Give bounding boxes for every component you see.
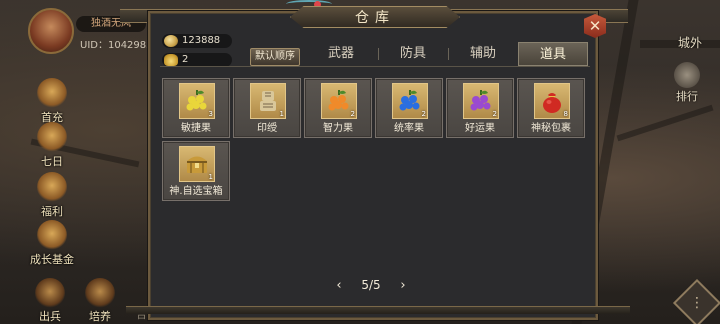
item-slot: 2 [463, 83, 499, 119]
item-name: 统率果 [394, 123, 424, 134]
item-agility-fruit[interactable]: 3 敏捷果 [162, 78, 230, 138]
ranking-button[interactable]: 排行 [670, 62, 704, 104]
item-slot: 1 [179, 146, 215, 182]
dispatch-label: 出兵 [39, 310, 61, 323]
default-sort-button[interactable]: 默认顺序 [250, 48, 300, 66]
purple-grape-fruit-icon [470, 90, 491, 111]
item-count: 3 [208, 110, 213, 118]
gold-ingot-icon [164, 54, 178, 66]
item-name: 好运果 [465, 123, 495, 134]
item-count: 8 [563, 110, 568, 118]
fruit-berry [341, 102, 349, 110]
fruit-berry [412, 102, 420, 110]
growth-fund-label: 成长基金 [30, 253, 74, 266]
chevron-right-icon[interactable]: › [396, 278, 410, 293]
player-avatar[interactable] [28, 8, 74, 54]
window-title: 仓库 [290, 6, 460, 28]
item-mystery-pouch[interactable]: 8 神秘包裹 [517, 78, 585, 138]
item-intelligence-fruit[interactable]: 2 智力果 [304, 78, 372, 138]
red-pouch-icon [543, 93, 561, 113]
blue-grape-fruit-icon [399, 90, 420, 111]
close-icon: ✕ [588, 17, 602, 35]
item-chosen-treasure-chest[interactable]: 1 神.自选宝箱 [162, 141, 230, 201]
tab-armor[interactable]: 防具 [378, 42, 448, 66]
seven-days-label: 七日 [41, 155, 63, 168]
welfare-button[interactable]: 福利 [30, 172, 74, 219]
train-button[interactable]: 培养 [76, 278, 124, 324]
grid-menu-icon: ⋮ [690, 295, 704, 311]
item-count: 2 [350, 110, 355, 118]
seven-days-button[interactable]: 七日 [30, 122, 74, 169]
tab-items[interactable]: 道具 [518, 42, 588, 66]
ranking-icon [674, 62, 700, 88]
dispatch-button[interactable]: 出兵 [26, 278, 74, 324]
fruit-berry [328, 103, 336, 111]
orange-grape-fruit-icon [328, 90, 349, 111]
item-slot: 2 [321, 83, 357, 119]
gold-ingot-value: 2 [182, 54, 189, 65]
item-count: 2 [492, 110, 497, 118]
close-button[interactable]: ✕ [584, 14, 606, 38]
category-tabs: 武器 防具 辅助 道具 [306, 42, 590, 66]
page-indicator: 5/5 [361, 278, 381, 292]
growth-fund-icon [37, 220, 67, 250]
item-slot: 2 [392, 83, 428, 119]
tab-divider [160, 66, 590, 67]
chevron-left-icon[interactable]: ‹ [332, 278, 346, 293]
item-luck-fruit[interactable]: 2 好运果 [446, 78, 514, 138]
copper-coin-icon [164, 35, 178, 47]
left-sidebar: 独酒无风 UID：1042983 首充 七日 福利 成长基金 [0, 0, 153, 324]
fruit-berry [483, 102, 491, 110]
item-name: 神秘包裹 [531, 123, 571, 134]
seal-ribbon-icon [260, 91, 276, 111]
item-name: 印绶 [257, 123, 277, 134]
window-footer-bar [126, 306, 630, 314]
gold-ingot-balance: 2 [162, 53, 232, 67]
item-grid: 3 敏捷果 1 印绶 2 智力果 2 统率果 2 好运果 8 神秘包裹 1 神.… [160, 76, 585, 268]
pagination: ‹ 5/5 › [332, 276, 410, 294]
copper-coin-balance: 123888 [162, 34, 232, 48]
fruit-berry [199, 102, 207, 110]
item-slot: 3 [179, 83, 215, 119]
seven-days-icon [37, 122, 67, 152]
welfare-icon [37, 172, 67, 202]
item-count: 2 [421, 110, 426, 118]
item-count: 1 [279, 110, 284, 118]
tab-auxiliary[interactable]: 辅助 [448, 42, 518, 66]
fruit-berry [186, 103, 194, 111]
dispatch-icon [35, 278, 65, 308]
city-outside-button[interactable]: 城外 [678, 34, 702, 51]
item-slot: 8 [534, 83, 570, 119]
train-label: 培养 [89, 310, 111, 323]
chest-lid [187, 156, 207, 161]
item-leadership-fruit[interactable]: 2 统率果 [375, 78, 443, 138]
fruit-berry [399, 103, 407, 111]
item-name: 智力果 [323, 123, 353, 134]
first-recharge-icon [37, 78, 67, 108]
pouch-body [543, 97, 561, 113]
item-seal-ribbon[interactable]: 1 印绶 [233, 78, 301, 138]
item-slot: 1 [250, 83, 286, 119]
ranking-label: 排行 [676, 90, 698, 103]
copper-coin-value: 123888 [182, 35, 221, 46]
fruit-berry [470, 103, 478, 111]
train-icon [85, 278, 115, 308]
item-name: 敏捷果 [181, 123, 211, 134]
player-uid: UID：1042983 [80, 40, 153, 51]
yellow-grape-fruit-icon [186, 90, 207, 111]
treasure-chest-icon [187, 156, 207, 173]
growth-fund-button[interactable]: 成长基金 [24, 220, 80, 267]
tab-weapons[interactable]: 武器 [306, 42, 376, 66]
first-recharge-button[interactable]: 首充 [30, 78, 74, 125]
item-name: 神.自选宝箱 [169, 186, 223, 197]
seal-base [260, 101, 276, 111]
item-count: 1 [208, 173, 213, 181]
welfare-label: 福利 [41, 205, 63, 218]
